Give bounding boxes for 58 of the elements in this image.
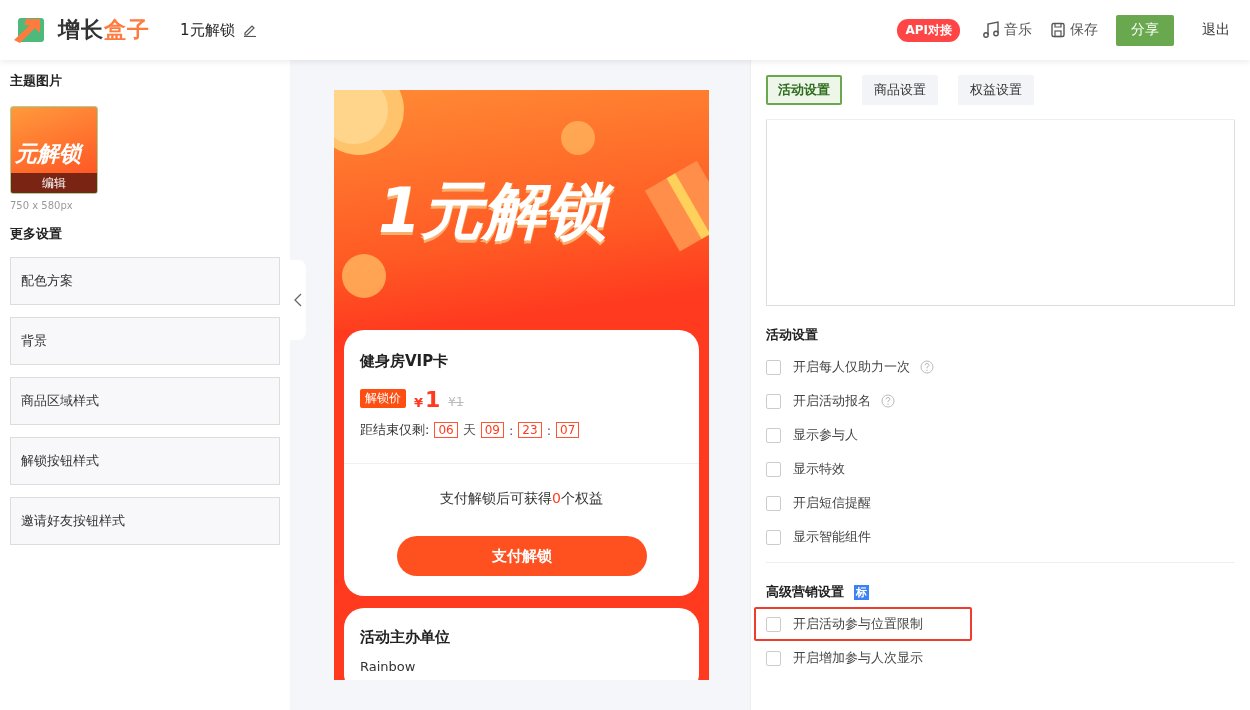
price-tag: 解锁价 bbox=[360, 389, 406, 408]
countdown-separator: 天 bbox=[462, 421, 476, 439]
settings-tab[interactable]: 权益设置 bbox=[958, 75, 1034, 105]
brand-name: 增长盒子 bbox=[58, 16, 150, 44]
option-label: 开启每人仅助力一次 bbox=[793, 358, 910, 376]
countdown-separator: : bbox=[508, 422, 514, 438]
option-label: 显示特效 bbox=[793, 460, 845, 478]
settings-item[interactable]: 解锁按钮样式 bbox=[10, 437, 280, 485]
option-label: 开启增加参与人次显示 bbox=[793, 649, 923, 667]
checkbox[interactable] bbox=[766, 529, 781, 545]
logo-icon bbox=[14, 16, 46, 44]
price: ¥1 bbox=[414, 389, 441, 411]
settings-tab[interactable]: 商品设置 bbox=[862, 75, 938, 105]
countdown-digit: 06 bbox=[434, 422, 458, 438]
section-title: 高级营销设置 bbox=[766, 583, 844, 601]
option-label: 显示智能组件 bbox=[793, 528, 871, 546]
settings-item[interactable]: 邀请好友按钮样式 bbox=[10, 497, 280, 545]
edit-overlay-button[interactable]: 编辑 bbox=[11, 173, 97, 193]
option-label: 开启活动参与位置限制 bbox=[793, 615, 923, 633]
exit-button[interactable]: 退出 bbox=[1194, 21, 1238, 39]
checkbox[interactable] bbox=[766, 461, 781, 477]
organizer-name: Rainbow bbox=[360, 659, 417, 674]
organizer-title: 活动主办单位 bbox=[360, 628, 451, 647]
section-title: 更多设置 bbox=[10, 225, 63, 243]
section-title: 主题图片 bbox=[10, 72, 63, 90]
section-title: 活动设置 bbox=[766, 326, 818, 344]
option-label: 开启活动报名 bbox=[793, 392, 871, 410]
save-icon bbox=[1050, 22, 1066, 38]
checkbox[interactable] bbox=[766, 393, 781, 409]
checkbox[interactable] bbox=[766, 495, 781, 511]
checkbox[interactable] bbox=[766, 616, 781, 632]
checkbox[interactable] bbox=[766, 427, 781, 443]
tag-badge: 标 bbox=[854, 584, 869, 600]
benefit-text: 支付解锁后可获得0个权益 bbox=[439, 490, 604, 508]
checkbox[interactable] bbox=[766, 650, 781, 666]
music-note-icon bbox=[982, 21, 1000, 39]
product-name: 健身房VIP卡 bbox=[360, 352, 450, 371]
original-price: ¥1 bbox=[448, 395, 464, 409]
settings-item[interactable]: 背景 bbox=[10, 317, 280, 365]
option-label: 开启短信提醒 bbox=[793, 494, 871, 512]
settings-item[interactable]: 配色方案 bbox=[10, 257, 280, 305]
description-text-area[interactable] bbox=[766, 120, 1235, 306]
checkbox[interactable] bbox=[766, 359, 781, 375]
music-button[interactable]: 音乐 bbox=[982, 21, 1032, 39]
save-button[interactable]: 保存 bbox=[1050, 21, 1098, 39]
countdown-digit: 09 bbox=[480, 422, 504, 438]
theme-image-thumbnail[interactable]: 元解锁 编辑 bbox=[10, 106, 98, 194]
countdown-separator: : bbox=[546, 422, 551, 438]
option-label: 显示参与人 bbox=[793, 426, 858, 444]
settings-item[interactable]: 商品区域样式 bbox=[10, 377, 280, 425]
edit-icon bbox=[242, 23, 257, 37]
countdown-label: 距结束仅剩: bbox=[360, 421, 430, 439]
settings-tab[interactable]: 活动设置 bbox=[766, 75, 842, 105]
document-title: 1元解锁 bbox=[180, 20, 235, 40]
countdown-digit: 23 bbox=[518, 422, 542, 438]
countdown-digit: 07 bbox=[556, 422, 580, 438]
banner-title: 1元解锁 bbox=[370, 170, 622, 257]
image-size-text: 750 x 580px bbox=[10, 200, 74, 211]
